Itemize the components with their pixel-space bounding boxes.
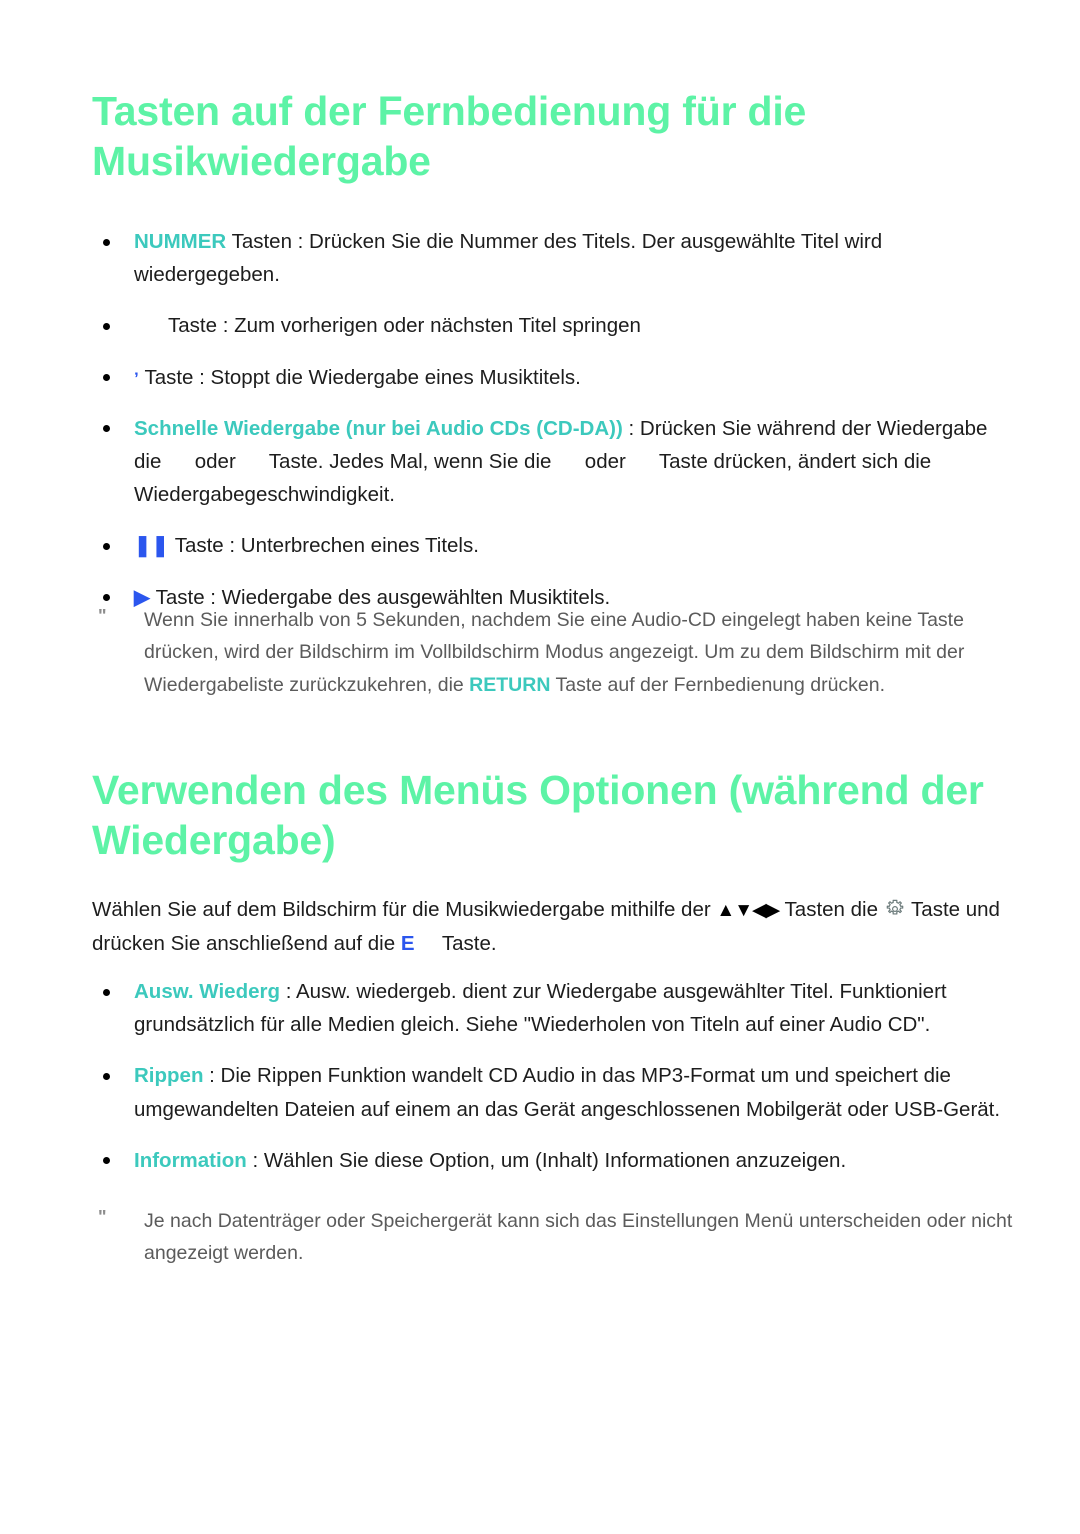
list-item: Rippen : Die Rippen Funktion wandelt CD …	[92, 1059, 1007, 1125]
note-text-part-2: Taste auf der Fernbedienung drücken.	[550, 673, 886, 696]
bullet-dot-icon	[103, 238, 110, 246]
note-block-fullscreen: " Wenn Sie innerhalb von 5 Sekunden, nac…	[92, 604, 1044, 701]
section-2-heading-wrap: Verwenden des Menüs Optionen (während de…	[92, 765, 1012, 865]
list-item-text: : Die Rippen Funktion wandelt CD Audio i…	[134, 1064, 1001, 1121]
accent-label-schnelle-wiedergabe: Schnelle Wiedergabe (nur bei Audio CDs (…	[134, 416, 623, 440]
list-item-text: Taste : Stoppt die Wiedergabe eines Musi…	[144, 365, 581, 389]
list-item-text: Taste : Unterbrechen eines Titels.	[174, 534, 479, 558]
intro-text-part-4: Taste.	[436, 931, 497, 955]
accent-label-rippen: Rippen	[134, 1064, 204, 1088]
list-item-text: Taste : Zum vorherigen oder nächsten Tit…	[168, 314, 641, 338]
list-item: NUMMER Tasten : Drücken Sie die Nummer d…	[92, 225, 1007, 291]
section-1-heading-wrap: Tasten auf der Fernbedienung für die Mus…	[92, 86, 1012, 186]
intro-text-part-2: Tasten die	[779, 898, 884, 921]
note-block-settings-menu: " Je nach Datenträger oder Speichergerät…	[92, 1205, 1044, 1270]
accent-label-return: RETURN	[469, 673, 551, 696]
list-item: ❚❚ Taste : Unterbrechen eines Titels.	[92, 529, 1007, 562]
bullet-dot-icon	[103, 594, 110, 602]
list-item: Taste : Zum vorherigen oder nächsten Tit…	[92, 309, 1007, 342]
options-menu-intro-paragraph: Wählen Sie auf dem Bildschirm für die Mu…	[92, 893, 1022, 960]
list-item-text: : Wählen Sie diese Option, um (Inhalt) I…	[246, 1148, 847, 1172]
list-item-text-part-4: oder	[579, 450, 632, 474]
list-item: Schnelle Wiedergabe (nur bei Audio CDs (…	[92, 412, 1007, 512]
bullet-dot-icon	[103, 374, 110, 382]
bullet-dot-icon	[103, 322, 110, 330]
remote-buttons-list: NUMMER Tasten : Drücken Sie die Nummer d…	[92, 225, 1007, 614]
list-item: ’ Taste : Stoppt die Wiedergabe eines Mu…	[92, 361, 1007, 394]
note-marker-icon: "	[98, 606, 108, 626]
accent-label-nummer: NUMMER	[134, 230, 227, 253]
list-item-text-part-3: Taste. Jedes Mal, wenn Sie die	[263, 450, 558, 474]
pause-button-icon: ❚❚	[134, 534, 170, 558]
page-title-music-playback: Tasten auf der Fernbedienung für die Mus…	[92, 88, 807, 185]
note-marker-icon: "	[98, 1207, 108, 1227]
enter-key-glyph: E	[400, 931, 415, 955]
accent-label-information: Information	[134, 1148, 247, 1172]
intro-text-part-1: Wählen Sie auf dem Bildschirm für die Mu…	[92, 898, 717, 921]
note-text: Je nach Datenträger oder Speichergerät k…	[144, 1210, 1013, 1265]
options-menu-list-block: Ausw. Wiederg : Ausw. wiedergeb. dient z…	[92, 975, 1007, 1177]
list-item: Information : Wählen Sie diese Option, u…	[92, 1144, 1007, 1177]
bullet-dot-icon	[103, 1072, 110, 1080]
options-menu-list: Ausw. Wiederg : Ausw. wiedergeb. dient z…	[92, 975, 1007, 1177]
bullet-dot-icon	[103, 988, 110, 996]
list-item-text: Tasten : Drücken Sie die Nummer des Tite…	[134, 230, 883, 287]
list-item: Ausw. Wiederg : Ausw. wiedergeb. dient z…	[92, 975, 1007, 1041]
page-title-options-menu: Verwenden des Menüs Optionen (während de…	[92, 767, 984, 864]
remote-buttons-list-block: NUMMER Tasten : Drücken Sie die Nummer d…	[92, 225, 1007, 614]
gear-icon	[884, 898, 906, 920]
bullet-dot-icon	[103, 425, 110, 433]
document-page: Tasten auf der Fernbedienung für die Mus…	[0, 0, 1080, 1534]
bullet-dot-icon	[103, 1157, 110, 1165]
accent-label-ausw-wiederg: Ausw. Wiederg	[134, 980, 280, 1003]
direction-arrows-icon: ▲▼◀▶	[716, 900, 780, 921]
list-item-text-part-2: oder	[189, 450, 242, 474]
bullet-dot-icon	[103, 542, 110, 550]
stop-button-glyph: ’	[134, 368, 139, 388]
